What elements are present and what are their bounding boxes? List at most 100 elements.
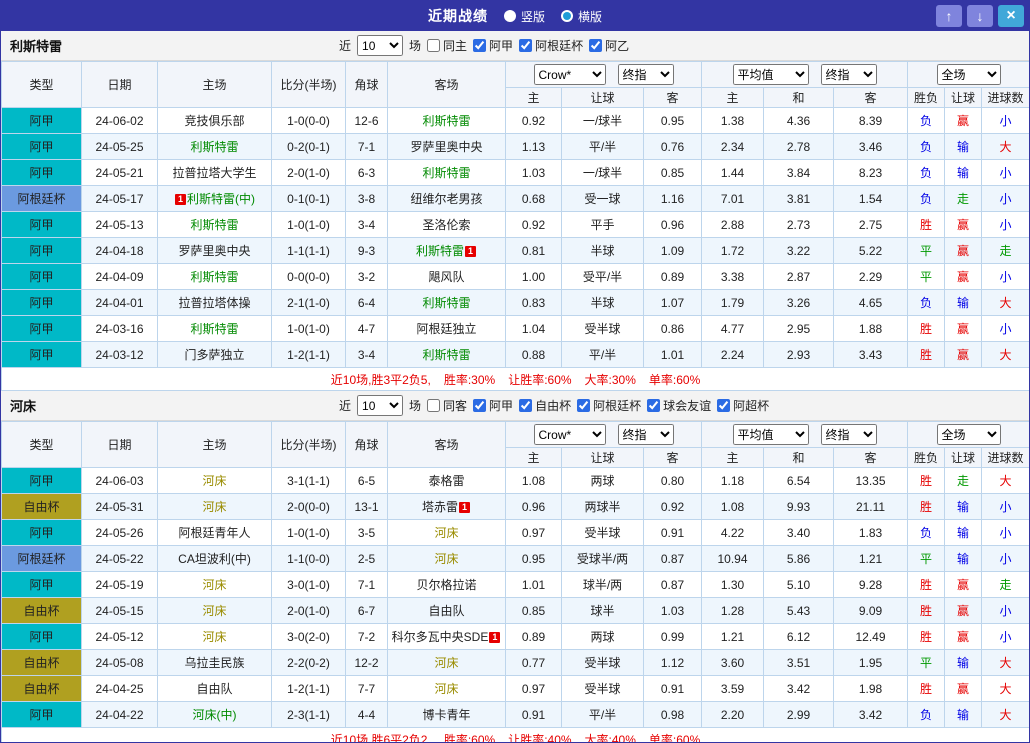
close-button[interactable]: × xyxy=(998,5,1024,27)
goals-result: 小 xyxy=(981,263,1029,290)
away-team-cell: 河床 xyxy=(387,675,506,702)
league-filter-0[interactable]: 阿甲 xyxy=(473,37,513,54)
bookmaker-select[interactable]: Crow* xyxy=(533,64,606,85)
league-filter-0-checkbox[interactable] xyxy=(473,399,487,412)
score-cell: 1-2(1-1) xyxy=(271,341,346,368)
bookmaker-odds-value: 0.97 xyxy=(505,675,562,702)
handicap-result: 赢 xyxy=(944,107,983,134)
sub-column-header: 客 xyxy=(832,447,909,468)
league-filter-1[interactable]: 自由杯 xyxy=(519,397,571,414)
home-team-name: 利斯特雷(中) xyxy=(187,192,255,206)
match-scope-select[interactable]: 全场 xyxy=(936,424,1001,445)
home-team-cell: 罗萨里奥中央 xyxy=(157,237,272,264)
away-team-name: 罗萨里奥中央 xyxy=(410,140,483,154)
league-filter-2[interactable]: 阿根廷杯 xyxy=(577,397,641,414)
league-filter-1[interactable]: 阿根廷杯 xyxy=(519,37,583,54)
average-odds-header: 平均值 终指 xyxy=(700,421,909,448)
average-odds-value: 1.88 xyxy=(832,315,909,342)
sub-column-header: 主 xyxy=(505,447,562,468)
column-header: 角球 xyxy=(345,421,388,468)
home-team-name: 利斯特雷 xyxy=(190,218,239,232)
average-odds-value: 2.75 xyxy=(832,211,909,238)
away-team-name: 河床 xyxy=(434,656,459,670)
goals-result: 大 xyxy=(981,701,1029,728)
match-date: 24-03-12 xyxy=(81,341,158,368)
bookmaker-odds-value: 0.76 xyxy=(643,133,702,160)
league-type-cell: 阿甲 xyxy=(1,467,82,494)
average-final-select[interactable]: 终指 xyxy=(820,64,877,85)
league-filter-4-checkbox[interactable] xyxy=(717,399,731,412)
league-filter-2[interactable]: 阿乙 xyxy=(589,37,629,54)
layout-radio-horizontal[interactable]: 横版 xyxy=(561,8,602,25)
match-date: 24-05-31 xyxy=(81,493,158,520)
league-filter-0[interactable]: 阿甲 xyxy=(473,397,513,414)
league-filter-2-checkbox[interactable] xyxy=(577,399,591,412)
goals-result: 小 xyxy=(981,315,1029,342)
results-table: 类型 日期 主场 比分(半场) 角球 客场 Crow* 终指 平均值 终指 全场主让球客主和客胜负让… xyxy=(1,421,1029,742)
same-venue-filter[interactable]: 同主 xyxy=(427,37,467,54)
average-odds-value: 6.12 xyxy=(763,623,834,650)
home-team-cell: 竞技俱乐部 xyxy=(157,107,272,134)
home-team-name: 竞技俱乐部 xyxy=(184,114,245,128)
goals-result: 小 xyxy=(981,107,1029,134)
league-type-cell: 阿甲 xyxy=(1,133,82,160)
match-date: 24-05-12 xyxy=(81,623,158,650)
league-filter-3[interactable]: 球会友谊 xyxy=(647,397,711,414)
match-date: 24-05-22 xyxy=(81,545,158,572)
same-venue-filter[interactable]: 同客 xyxy=(427,397,467,414)
league-filter-4[interactable]: 阿超杯 xyxy=(717,397,769,414)
average-odds-value: 2.99 xyxy=(763,701,834,728)
bookmaker-odds-value: 1.03 xyxy=(643,597,702,624)
away-team-name: 泰格雷 xyxy=(428,474,465,488)
average-select[interactable]: 平均值 xyxy=(732,424,809,445)
same-venue-filter-checkbox[interactable] xyxy=(427,39,441,52)
handicap-result: 赢 xyxy=(944,675,983,702)
match-date: 24-04-22 xyxy=(81,701,158,728)
bookmaker-odds-value: 1.08 xyxy=(505,467,562,494)
average-odds-value: 1.72 xyxy=(701,237,764,264)
handicap-result: 赢 xyxy=(944,623,983,650)
move-up-button[interactable]: ↑ xyxy=(936,5,962,27)
bookmaker-odds-value: 0.89 xyxy=(643,263,702,290)
goals-result: 大 xyxy=(981,341,1029,368)
recent-count-select[interactable]: 10 xyxy=(357,395,404,416)
average-final-select[interactable]: 终指 xyxy=(820,424,877,445)
goals-result: 大 xyxy=(981,467,1029,494)
bookmaker-select[interactable]: Crow* xyxy=(533,424,606,445)
league-filter-3-checkbox[interactable] xyxy=(647,399,661,412)
goals-result: 大 xyxy=(981,289,1029,316)
home-team-name: 拉普拉塔体操 xyxy=(178,296,251,310)
sub-column-header: 主 xyxy=(701,447,764,468)
league-filter-1-checkbox[interactable] xyxy=(519,399,533,412)
odds-final-select[interactable]: 终指 xyxy=(617,424,674,445)
average-odds-value: 13.35 xyxy=(832,467,909,494)
match-date: 24-06-03 xyxy=(81,467,158,494)
goals-result: 小 xyxy=(981,211,1029,238)
league-filter-2-checkbox[interactable] xyxy=(589,39,603,52)
league-type-cell: 阿甲 xyxy=(1,341,82,368)
average-select[interactable]: 平均值 xyxy=(732,64,809,85)
average-odds-value: 3.22 xyxy=(763,237,834,264)
league-type-cell: 阿甲 xyxy=(1,289,82,316)
layout-radio-vertical[interactable]: 竖版 xyxy=(503,8,545,25)
column-header: 比分(半场) xyxy=(271,61,346,108)
same-venue-filter-checkbox[interactable] xyxy=(427,399,441,412)
league-type-cell: 自由杯 xyxy=(1,493,82,520)
recent-count-select[interactable]: 10 xyxy=(357,35,404,56)
league-type-cell: 自由杯 xyxy=(1,649,82,676)
handicap-result: 赢 xyxy=(944,597,983,624)
odds-final-select[interactable]: 终指 xyxy=(617,64,674,85)
average-odds-value: 3.46 xyxy=(832,133,909,160)
league-filter-1-checkbox[interactable] xyxy=(519,39,533,52)
match-scope-select[interactable]: 全场 xyxy=(936,64,1001,85)
league-filter-0-checkbox[interactable] xyxy=(473,39,487,52)
bookmaker-odds-value: 1.01 xyxy=(505,571,562,598)
average-odds-value: 1.21 xyxy=(832,545,909,572)
average-odds-value: 1.08 xyxy=(701,493,764,520)
win-loss-result: 胜 xyxy=(907,571,946,598)
corner-cell: 9-3 xyxy=(345,237,388,264)
score-cell: 3-0(1-0) xyxy=(271,571,346,598)
move-down-button[interactable]: ↓ xyxy=(967,5,993,27)
away-team-cell: 科尔多瓦中央SDE 1 xyxy=(387,623,506,650)
sub-column-header: 主 xyxy=(701,87,764,108)
